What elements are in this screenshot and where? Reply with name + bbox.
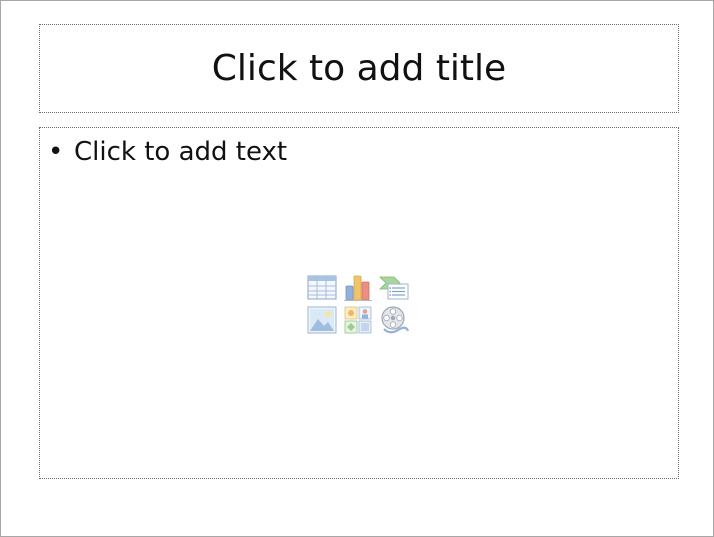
content-bullet-line: • Click to add text (48, 136, 287, 168)
insert-chart-icon[interactable] (342, 273, 374, 303)
title-placeholder[interactable]: Click to add title (39, 24, 679, 113)
slide-canvas: Click to add title • Click to add text (0, 0, 714, 537)
title-placeholder-text: Click to add title (211, 48, 507, 89)
content-placeholder[interactable]: • Click to add text (39, 127, 679, 479)
insert-smartart-icon[interactable] (378, 273, 410, 303)
insert-clipart-icon[interactable] (342, 305, 374, 335)
bullet-glyph: • (48, 137, 64, 167)
insert-picture-icon[interactable] (306, 305, 338, 335)
insert-media-icon[interactable] (378, 305, 410, 335)
insert-table-icon[interactable] (306, 273, 338, 303)
content-placeholder-text: Click to add text (74, 137, 288, 167)
insert-content-icons (306, 273, 410, 335)
